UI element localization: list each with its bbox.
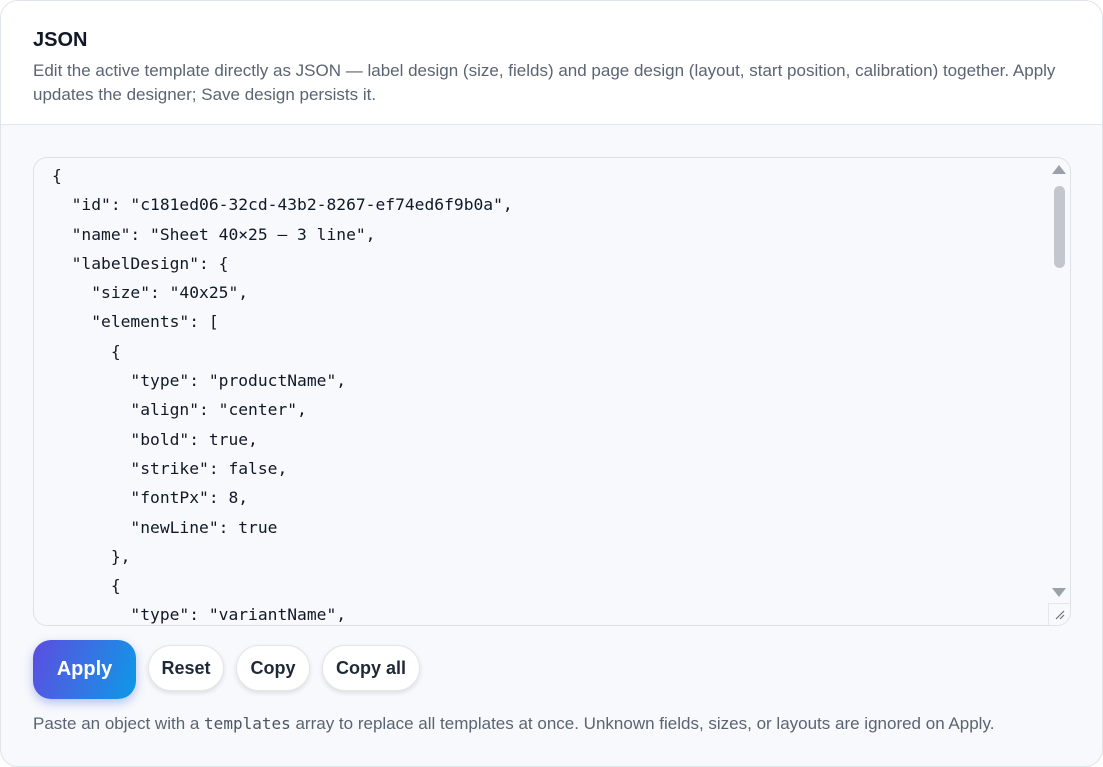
scrollbar-thumb[interactable] (1054, 186, 1065, 268)
json-panel: JSON Edit the active template directly a… (0, 0, 1103, 767)
reset-button[interactable]: Reset (148, 645, 224, 691)
panel-header: JSON Edit the active template directly a… (1, 1, 1102, 125)
resize-handle[interactable] (1048, 603, 1070, 625)
json-textarea[interactable]: { "id": "c181ed06-32cd-43b2-8267-ef74ed6… (33, 157, 1071, 626)
panel-title: JSON (33, 29, 88, 51)
help-text: Paste an object with a templates array t… (33, 712, 994, 736)
resize-grip-icon (1055, 610, 1065, 620)
copy-button[interactable]: Copy (236, 645, 310, 691)
scroll-up-arrow-icon[interactable] (1052, 165, 1066, 174)
panel-description: Edit the active template directly as JSO… (33, 61, 1056, 104)
copy-all-button[interactable]: Copy all (322, 645, 420, 691)
help-text-code: templates (204, 714, 291, 733)
scroll-down-arrow-icon[interactable] (1052, 588, 1066, 597)
help-text-after: array to replace all templates at once. … (290, 714, 995, 733)
json-text-content[interactable]: { "id": "c181ed06-32cd-43b2-8267-ef74ed6… (52, 161, 513, 625)
help-text-before: Paste an object with a (33, 714, 205, 733)
apply-button[interactable]: Apply (33, 640, 136, 699)
